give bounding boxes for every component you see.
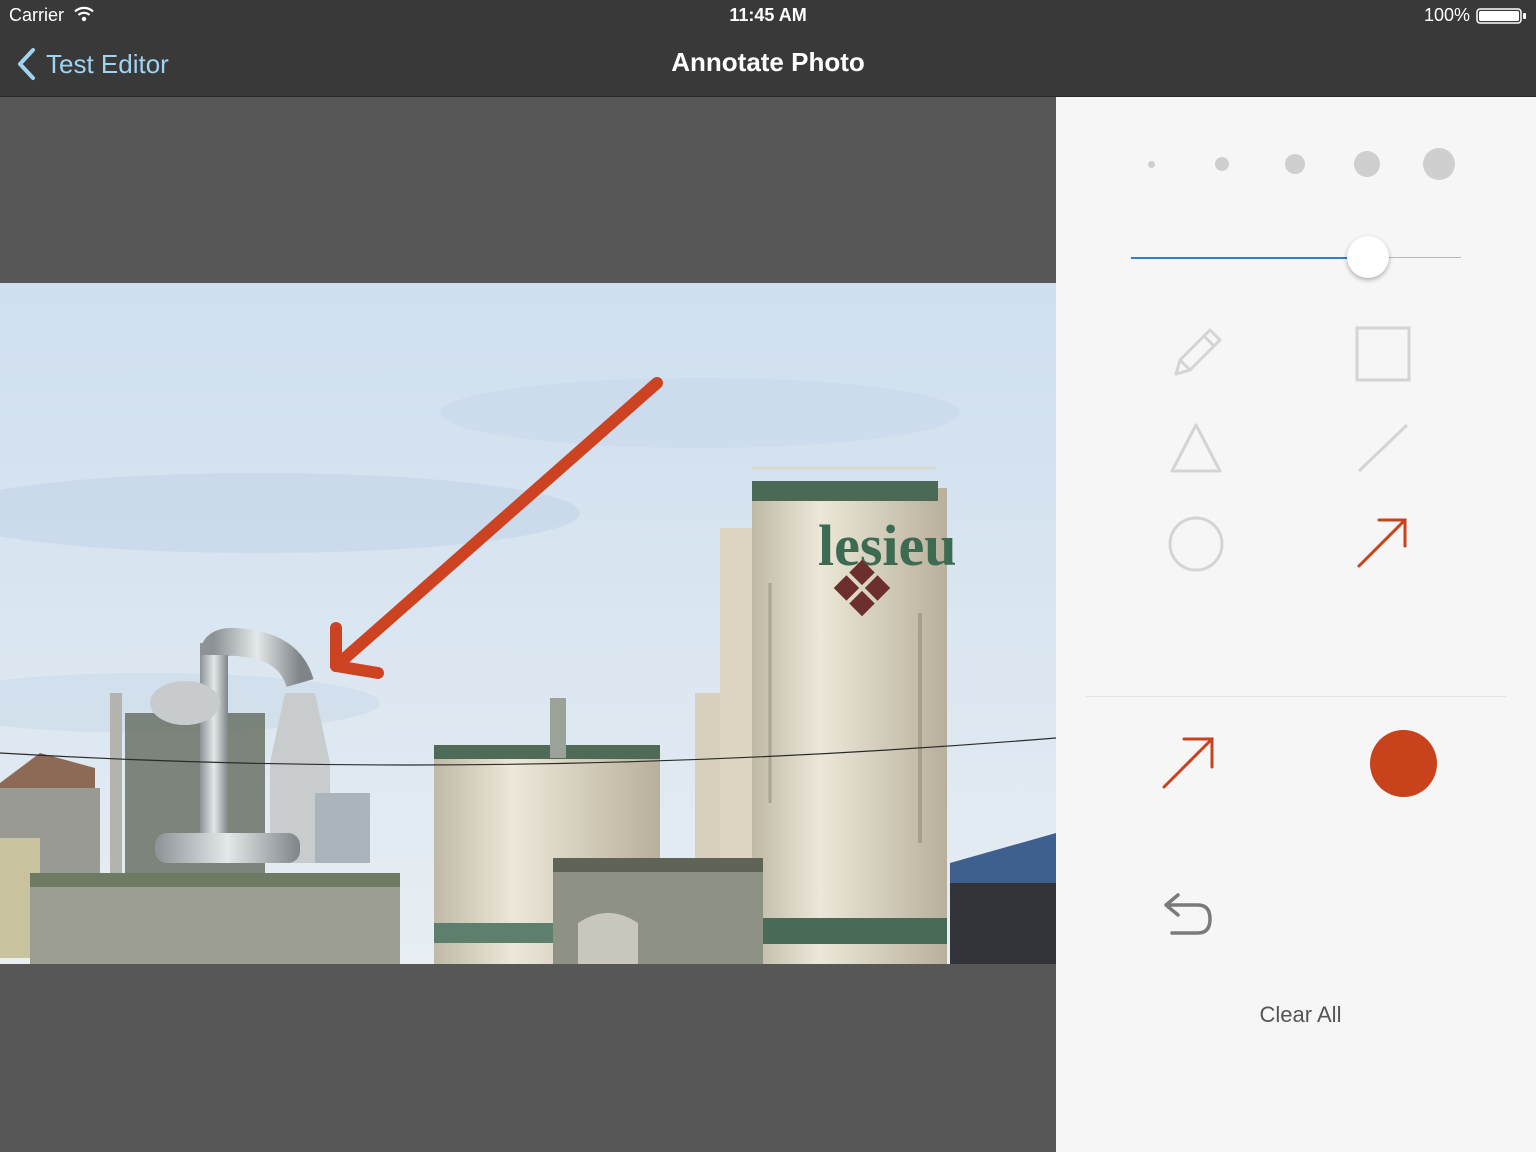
tool-panel: Clear All bbox=[1056, 97, 1536, 1152]
photo[interactable]: lesieu bbox=[0, 283, 1056, 964]
page-title: Annotate Photo bbox=[671, 47, 865, 77]
stroke-size-4[interactable] bbox=[1354, 151, 1380, 177]
rectangle-tool[interactable] bbox=[1351, 322, 1415, 386]
annotation-canvas[interactable]: lesieu bbox=[0, 97, 1056, 1152]
line-tool[interactable] bbox=[1351, 417, 1415, 481]
circle-icon bbox=[1168, 516, 1224, 572]
line-icon bbox=[1357, 423, 1409, 473]
arrow-icon bbox=[1162, 737, 1214, 789]
panel-divider bbox=[1086, 696, 1506, 697]
stroke-size-1[interactable] bbox=[1148, 161, 1155, 168]
triangle-tool[interactable] bbox=[1164, 417, 1228, 481]
stroke-size-5[interactable] bbox=[1423, 148, 1455, 180]
arrow-tool[interactable] bbox=[1351, 512, 1415, 576]
undo-icon bbox=[1164, 893, 1212, 935]
color-picker-button[interactable] bbox=[1370, 730, 1437, 797]
tank-lettering: lesieu bbox=[818, 513, 957, 578]
triangle-icon bbox=[1170, 423, 1222, 473]
battery-percent: 100% bbox=[1423, 5, 1470, 25]
arrow-icon bbox=[1357, 518, 1407, 568]
current-tool-indicator[interactable] bbox=[1154, 727, 1224, 797]
navigation-bar: Test Editor Annotate Photo bbox=[0, 32, 1536, 97]
battery-icon bbox=[1476, 8, 1526, 24]
factory-photo: lesieu bbox=[0, 283, 1056, 964]
stroke-size-3[interactable] bbox=[1285, 154, 1305, 174]
status-bar: Carrier 11:45 AM 100% bbox=[0, 0, 1536, 32]
clock: 11:45 AM bbox=[729, 5, 807, 25]
pencil-tool[interactable] bbox=[1164, 322, 1228, 386]
square-icon bbox=[1355, 326, 1411, 382]
stroke-size-2[interactable] bbox=[1215, 157, 1229, 171]
slider-track-filled bbox=[1131, 257, 1371, 259]
undo-button[interactable] bbox=[1158, 891, 1218, 947]
pencil-icon bbox=[1174, 328, 1222, 376]
stroke-width-slider[interactable] bbox=[1347, 236, 1389, 278]
circle-tool[interactable] bbox=[1164, 512, 1228, 576]
clear-all-button[interactable]: Clear All bbox=[1056, 1002, 1536, 1028]
